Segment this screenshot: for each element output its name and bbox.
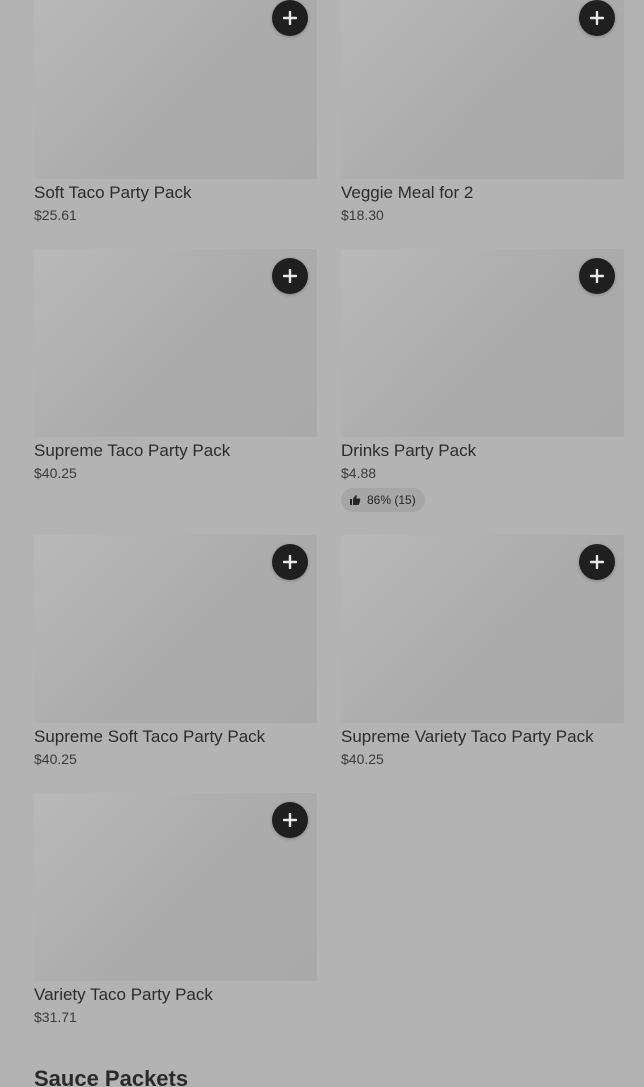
- add-to-cart-button[interactable]: [579, 0, 615, 36]
- plus-icon: [283, 555, 297, 569]
- add-to-cart-button[interactable]: [272, 0, 308, 36]
- product-name[interactable]: Variety Taco Party Pack: [34, 984, 317, 1006]
- product-name[interactable]: Drinks Party Pack: [341, 440, 624, 462]
- product-price: $25.61: [34, 207, 77, 223]
- product-image[interactable]: [34, 0, 317, 179]
- product-name[interactable]: Supreme Taco Party Pack: [34, 440, 317, 462]
- rating-text: 86% (15): [367, 493, 416, 507]
- product-name[interactable]: Veggie Meal for 2: [341, 182, 624, 204]
- product-price: $40.25: [34, 751, 77, 767]
- product-image[interactable]: [34, 793, 317, 981]
- product-image[interactable]: [341, 535, 624, 723]
- plus-icon: [283, 269, 297, 283]
- product-name[interactable]: Supreme Soft Taco Party Pack: [34, 726, 317, 748]
- product-image[interactable]: [34, 249, 317, 437]
- product-price: $18.30: [341, 207, 384, 223]
- product-price: $40.25: [34, 465, 77, 481]
- plus-icon: [283, 11, 297, 25]
- product-card[interactable]: Veggie Meal for 2 $18.30: [341, 0, 624, 224]
- product-image[interactable]: [341, 0, 624, 179]
- plus-icon: [590, 269, 604, 283]
- plus-icon: [590, 11, 604, 25]
- product-price: $31.71: [34, 1009, 77, 1025]
- add-to-cart-button[interactable]: [272, 258, 308, 294]
- product-name[interactable]: Supreme Variety Taco Party Pack: [341, 726, 624, 748]
- product-card[interactable]: Soft Taco Party Pack $25.61: [34, 0, 317, 224]
- section-heading-sauce-packets: Sauce Packets: [34, 1066, 189, 1087]
- product-card[interactable]: Supreme Taco Party Pack $40.25: [34, 249, 317, 482]
- product-image[interactable]: [341, 249, 624, 437]
- add-to-cart-button[interactable]: [579, 544, 615, 580]
- rating-badge: 86% (15): [341, 488, 425, 512]
- product-card[interactable]: Drinks Party Pack $4.88 86% (15): [341, 249, 624, 512]
- product-card[interactable]: Variety Taco Party Pack $31.71: [34, 793, 317, 1026]
- menu-page: Soft Taco Party Pack $25.61 Veggie Meal …: [0, 0, 644, 1087]
- product-card[interactable]: Supreme Soft Taco Party Pack $40.25: [34, 535, 317, 768]
- add-to-cart-button[interactable]: [272, 544, 308, 580]
- plus-icon: [590, 555, 604, 569]
- product-card[interactable]: Supreme Variety Taco Party Pack $40.25: [341, 535, 624, 768]
- product-name[interactable]: Soft Taco Party Pack: [34, 182, 317, 204]
- plus-icon: [283, 813, 297, 827]
- product-price: $4.88: [341, 465, 377, 481]
- add-to-cart-button[interactable]: [579, 258, 615, 294]
- add-to-cart-button[interactable]: [272, 802, 308, 838]
- product-image[interactable]: [34, 535, 317, 723]
- thumbs-up-icon: [350, 495, 361, 505]
- product-price: $40.25: [341, 751, 384, 767]
